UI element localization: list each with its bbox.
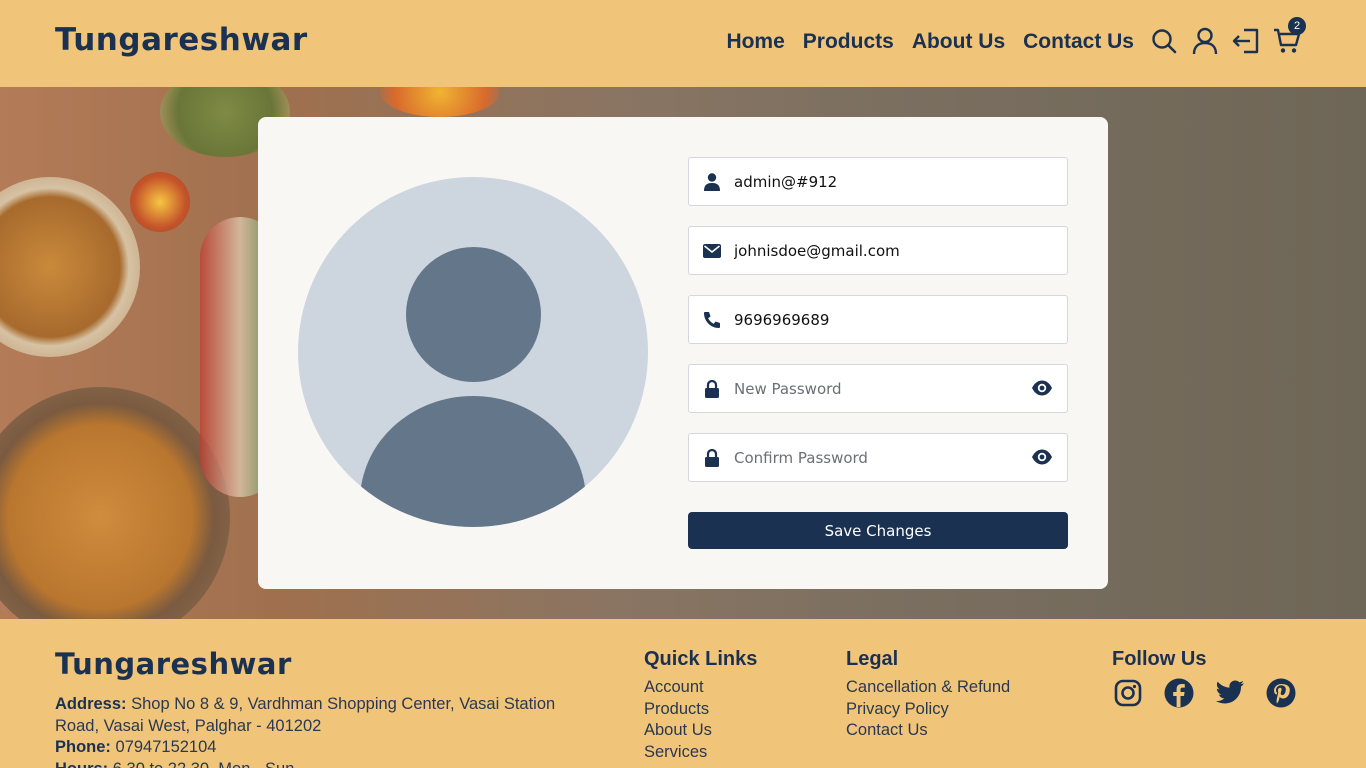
diya-lamp-image <box>130 172 190 232</box>
address-text: Shop No 8 & 9, Vardhman Shopping Center,… <box>55 695 556 735</box>
legal-section: Legal Cancellation & Refund Privacy Poli… <box>846 648 1010 742</box>
main-nav: Home Products About Us Contact Us <box>726 30 1134 54</box>
hours-text: 6.30 to 22.30, Mon - Sun <box>113 760 295 768</box>
profile-card: Save Changes <box>258 117 1108 589</box>
email-input[interactable] <box>734 227 1024 274</box>
footer-link-products[interactable]: Products <box>644 699 757 721</box>
follow-us-title: Follow Us <box>1112 648 1207 670</box>
phone-field[interactable] <box>688 295 1068 344</box>
phone-text: 07947152104 <box>115 738 217 756</box>
quick-links-title: Quick Links <box>644 648 758 670</box>
instagram-icon[interactable] <box>1112 677 1143 708</box>
username-input[interactable] <box>734 158 1024 205</box>
username-field[interactable] <box>688 157 1068 206</box>
new-password-input[interactable] <box>734 365 1024 412</box>
footer-link-cancellation-refund[interactable]: Cancellation & Refund <box>846 677 1010 699</box>
nav-home[interactable]: Home <box>726 30 784 54</box>
cart-count-badge: 2 <box>1288 17 1306 35</box>
footer-link-privacy-policy[interactable]: Privacy Policy <box>846 699 1010 721</box>
nav-contact-us[interactable]: Contact Us <box>1023 30 1134 54</box>
social-icons <box>1112 677 1296 708</box>
brand-logo[interactable]: Tungareshwar <box>55 22 308 58</box>
footer-contact-info: Address: Shop No 8 & 9, Vardhman Shoppin… <box>55 694 575 768</box>
site-footer: Tungareshwar Address: Shop No 8 & 9, Var… <box>0 619 1366 768</box>
eye-icon[interactable] <box>1031 448 1053 470</box>
legal-title: Legal <box>846 648 899 670</box>
confirm-password-field[interactable] <box>688 433 1068 482</box>
avatar[interactable] <box>298 177 648 527</box>
new-password-field[interactable] <box>688 364 1068 413</box>
eye-icon[interactable] <box>1031 379 1053 401</box>
pinterest-icon[interactable] <box>1265 677 1296 708</box>
site-header: Tungareshwar Home Products About Us Cont… <box>0 0 1366 87</box>
envelope-icon <box>689 243 734 258</box>
email-field[interactable] <box>688 226 1068 275</box>
footer-brand: Tungareshwar <box>55 647 292 681</box>
phone-label: Phone: <box>55 738 111 756</box>
phone-icon <box>689 311 734 329</box>
footer-link-about-us[interactable]: About Us <box>644 720 757 742</box>
header-icons <box>1150 26 1301 56</box>
follow-us-section: Follow Us <box>1112 648 1296 708</box>
user-icon <box>689 172 734 191</box>
laddoo-plate-image <box>0 387 230 619</box>
twitter-icon[interactable] <box>1214 677 1245 708</box>
avatar-head <box>406 247 541 382</box>
nav-products[interactable]: Products <box>803 30 894 54</box>
quick-links-section: Quick Links Account Products About Us Se… <box>644 648 757 763</box>
lock-icon <box>689 448 734 467</box>
hours-label: Hours: <box>55 760 108 768</box>
footer-link-contact-us[interactable]: Contact Us <box>846 720 1010 742</box>
nav-about-us[interactable]: About Us <box>912 30 1005 54</box>
login-icon[interactable] <box>1232 26 1260 56</box>
search-icon[interactable] <box>1150 26 1178 56</box>
snack-plate-image <box>0 177 140 357</box>
confirm-password-input[interactable] <box>734 434 1024 481</box>
address-label: Address: <box>55 695 127 713</box>
footer-link-account[interactable]: Account <box>644 677 757 699</box>
flowers-image <box>380 87 500 117</box>
user-icon[interactable] <box>1191 26 1219 56</box>
avatar-body <box>360 396 586 527</box>
save-changes-button[interactable]: Save Changes <box>688 512 1068 549</box>
lock-icon <box>689 379 734 398</box>
phone-input[interactable] <box>734 296 1024 343</box>
facebook-icon[interactable] <box>1163 677 1194 708</box>
footer-link-services[interactable]: Services <box>644 742 757 764</box>
